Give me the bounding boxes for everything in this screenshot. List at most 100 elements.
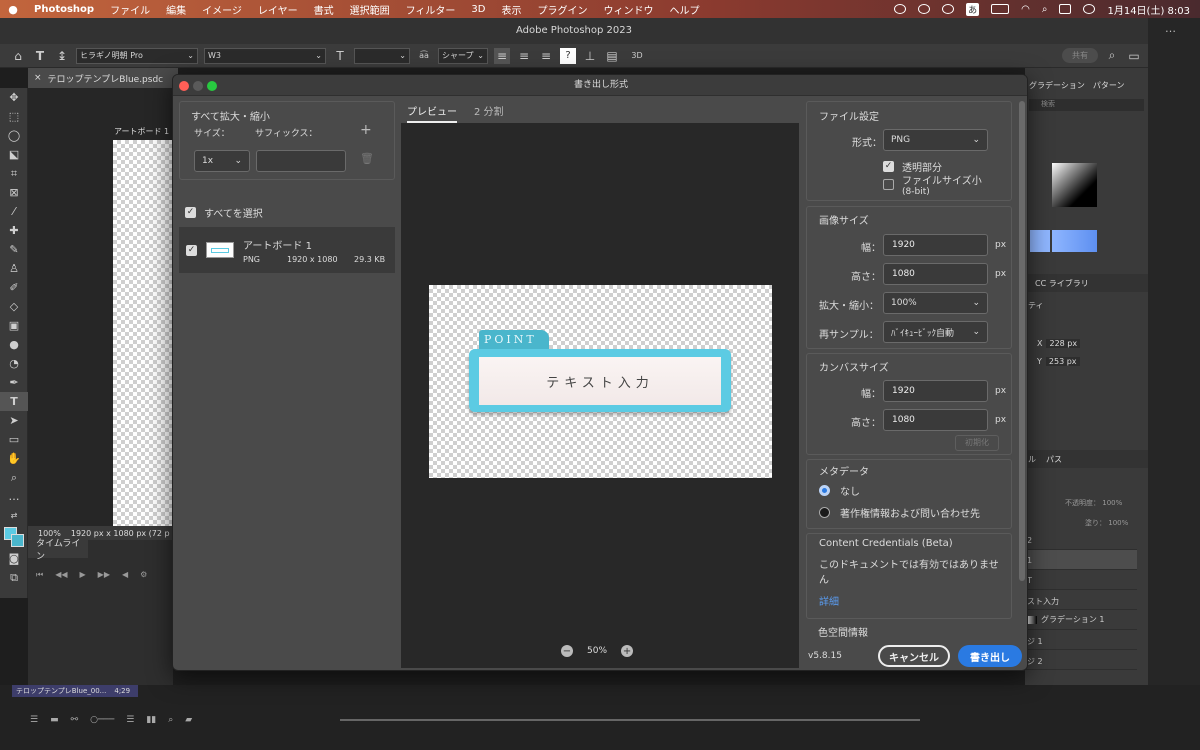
blur-tool-icon[interactable]: ● [0,335,28,354]
background-color-swatch[interactable] [11,534,24,547]
share-button[interactable]: 共有 [1062,48,1098,63]
minimize-window-icon[interactable] [193,81,203,91]
more-tools-icon[interactable]: … [0,487,28,506]
play-icon[interactable] [918,4,931,14]
cancel-button[interactable]: キャンセル [878,645,950,667]
chart-icon[interactable]: ▮▮ [146,715,156,725]
swap-colors-icon[interactable]: ⇄ [0,506,28,525]
select-all-checkbox[interactable]: ✓ [185,207,196,218]
tab-cc-libraries[interactable]: CC ライブラリ [1035,278,1089,289]
audio-icon[interactable]: ◀ [122,570,128,580]
home-icon[interactable]: ⌂ [10,48,26,64]
first-frame-icon[interactable]: ⏮ [36,570,43,580]
close-window-icon[interactable] [179,81,189,91]
type-orientation-icon[interactable]: ↨ [54,48,70,64]
layer-row[interactable]: ジ 2 [1025,650,1137,670]
lasso-tool-icon[interactable]: ◯ [0,126,28,145]
search-icon[interactable]: ⌕ [168,715,173,725]
warp-text-icon[interactable]: ⊥ [582,48,598,64]
image-width-input[interactable]: 1920 [883,234,988,256]
align-right-icon[interactable]: ≡ [538,48,554,64]
hand-tool-icon[interactable]: ✋ [0,449,28,468]
prev-frame-icon[interactable]: ◀◀ [55,570,67,580]
tab-preview[interactable]: プレビュー [407,103,457,123]
menu-layer[interactable]: レイヤー [250,2,306,17]
select-all-row[interactable]: ✓ すべてを選択 [185,205,263,220]
input-mode-indicator[interactable]: あ [966,2,980,16]
menu-image[interactable]: イメージ [194,2,250,17]
character-panel-icon[interactable]: ▤ [604,48,620,64]
loop-icon[interactable]: ⚯ [71,715,79,725]
anti-alias-select[interactable]: シャープ ⌄ [438,47,488,64]
gradient-swatch-blue[interactable] [1052,230,1097,252]
screen-mode-icon[interactable]: ⧉ [0,568,28,587]
tab-2-up[interactable]: 2 分割 [474,103,504,118]
marquee-tool-icon[interactable]: ⬚ [0,107,28,126]
font-style-select[interactable]: W3 ⌄ [204,47,326,64]
text-color-swatch[interactable]: ? [560,47,576,64]
object-select-tool-icon[interactable]: ⬕ [0,145,28,164]
menu-plugins[interactable]: プラグイン [529,2,595,17]
reset-button[interactable]: 初期化 [955,435,999,451]
y-value-field[interactable]: 253 px [1045,357,1080,366]
pen-tool-icon[interactable]: ✒ [0,373,28,392]
history-brush-icon[interactable]: ✐ [0,278,28,297]
zoom-window-icon[interactable] [207,81,217,91]
menu-type[interactable]: 書式 [306,2,342,17]
type-tool-icon[interactable]: T [0,392,28,411]
gradient-swatch-bw[interactable] [1052,163,1097,207]
asset-row[interactable]: ✓ アートボード 1 PNG 1920 x 1080 29.3 KB [179,227,395,273]
metadata-none-row[interactable]: なし [819,483,860,498]
workspace-icon[interactable]: ▭ [1126,48,1142,64]
gradient-tool-icon[interactable]: ▣ [0,316,28,335]
format-select[interactable]: PNG ⌄ [883,129,988,151]
font-size-select[interactable]: ⌄ [354,47,410,64]
stamp-tool-icon[interactable]: ♙ [0,259,28,278]
metadata-none-radio[interactable] [819,485,830,496]
zoom-out-icon[interactable]: − [561,645,573,657]
small-file-row[interactable]: ファイルサイズ小 (8-bit) [883,172,982,197]
menu-icon[interactable]: ☰ [126,715,134,725]
gradient-swatch-small[interactable] [1030,230,1050,252]
scale-size-select[interactable]: 1x ⌄ [194,150,250,172]
search-icon[interactable]: ⌕ [1104,48,1120,64]
canvas-width-input[interactable]: 1920 [883,380,988,402]
healing-tool-icon[interactable]: ✚ [0,221,28,240]
rectangle-tool-icon[interactable]: ▭ [0,430,28,449]
small-file-checkbox[interactable] [883,179,894,190]
fill-field[interactable]: 100% [1108,519,1128,527]
crop-tool-icon[interactable]: ⌗ [0,164,28,183]
artboard-label[interactable]: アートボード 1 [114,126,169,137]
search-icon[interactable]: ⌕ [1042,4,1048,15]
layer-row[interactable]: 2 [1025,530,1137,550]
dialog-scrollbar[interactable] [1019,101,1025,581]
menu-view[interactable]: 表示 [493,2,529,17]
metadata-copyright-row[interactable]: 著作権情報および問い合わせ先 [819,505,980,520]
menu-filter[interactable]: フィルター [398,2,464,17]
clock[interactable]: 1月14日(土) 8:03 [1107,2,1190,17]
clip-icon[interactable]: ▬ [50,715,59,725]
zoom-slider[interactable]: ○─── [90,715,114,725]
creative-cloud-icon[interactable] [894,4,907,14]
folder-icon[interactable]: ▰ [185,715,192,725]
asset-checkbox[interactable]: ✓ [186,245,197,256]
trash-icon[interactable]: 🗑 [360,152,374,165]
zoom-tool-icon[interactable]: ⌕ [0,468,28,487]
tab-pattern[interactable]: パターン [1093,80,1125,91]
clip-thumbnail[interactable]: テロップテンプレBlue_00... 4;29 [12,685,138,697]
menu-3d[interactable]: 3D [463,4,493,15]
opacity-field[interactable]: 100% [1102,499,1122,507]
path-select-tool-icon[interactable]: ➤ [0,411,28,430]
document-tab[interactable]: × テロップテンプレBlue.psdc [28,68,178,88]
suffix-input[interactable] [256,150,346,172]
align-left-icon[interactable]: ≡ [494,47,510,64]
brush-tool-icon[interactable]: ✎ [0,240,28,259]
play-icon[interactable]: ▶ [80,570,86,580]
menu-file[interactable]: ファイル [102,2,158,17]
layer-row[interactable]: 1 [1025,550,1137,570]
image-scale-select[interactable]: 100% ⌄ [883,292,988,314]
font-family-select[interactable]: ヒラギノ明朝 Pro ⌄ [76,47,198,64]
canvas-height-input[interactable]: 1080 [883,409,988,431]
quick-mask-icon[interactable]: ◙ [0,549,28,568]
color-swatches[interactable] [0,525,28,549]
